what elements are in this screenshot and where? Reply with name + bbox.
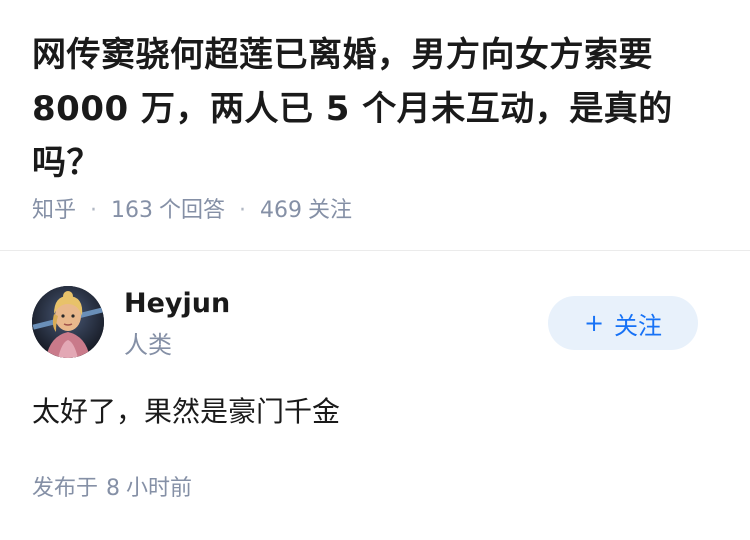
- answer-count-label[interactable]: 个回答: [159, 194, 225, 228]
- answer-published-time: 发布于 8 小时前: [32, 472, 192, 506]
- question-meta: 知乎 · 163 个回答 · 469 关注: [32, 194, 352, 228]
- published-prefix: 发布于: [32, 476, 99, 501]
- published-suffix: 小时前: [126, 476, 193, 501]
- author-name[interactable]: Heyjun: [124, 286, 230, 322]
- question-header: 网传窦骁何超莲已离婚，男方向女方索要 8000 万，两人已 5 个月未互动，是真…: [32, 28, 722, 190]
- answer-content[interactable]: 太好了，果然是豪门千金: [32, 392, 340, 432]
- published-value: 8: [106, 476, 121, 501]
- author-headline: 人类: [124, 331, 172, 359]
- section-divider: [0, 250, 750, 251]
- cartoon-character-avatar-icon: [32, 286, 104, 358]
- question-title[interactable]: 网传窦骁何超莲已离婚，男方向女方索要 8000 万，两人已 5 个月未互动，是真…: [32, 28, 722, 190]
- avatar[interactable]: [32, 286, 104, 358]
- answer-author: Heyjun 人类 + 关注: [32, 286, 718, 359]
- follow-button[interactable]: + 关注: [548, 296, 698, 350]
- meta-separator: ·: [90, 198, 98, 223]
- plus-icon: +: [583, 309, 605, 337]
- source-label[interactable]: 知乎: [32, 194, 76, 228]
- follow-button-label: 关注: [614, 311, 663, 340]
- answer-count: 163: [111, 198, 154, 223]
- follower-count: 469: [260, 198, 303, 223]
- follower-count-label: 关注: [308, 198, 353, 223]
- meta-separator: ·: [239, 198, 247, 223]
